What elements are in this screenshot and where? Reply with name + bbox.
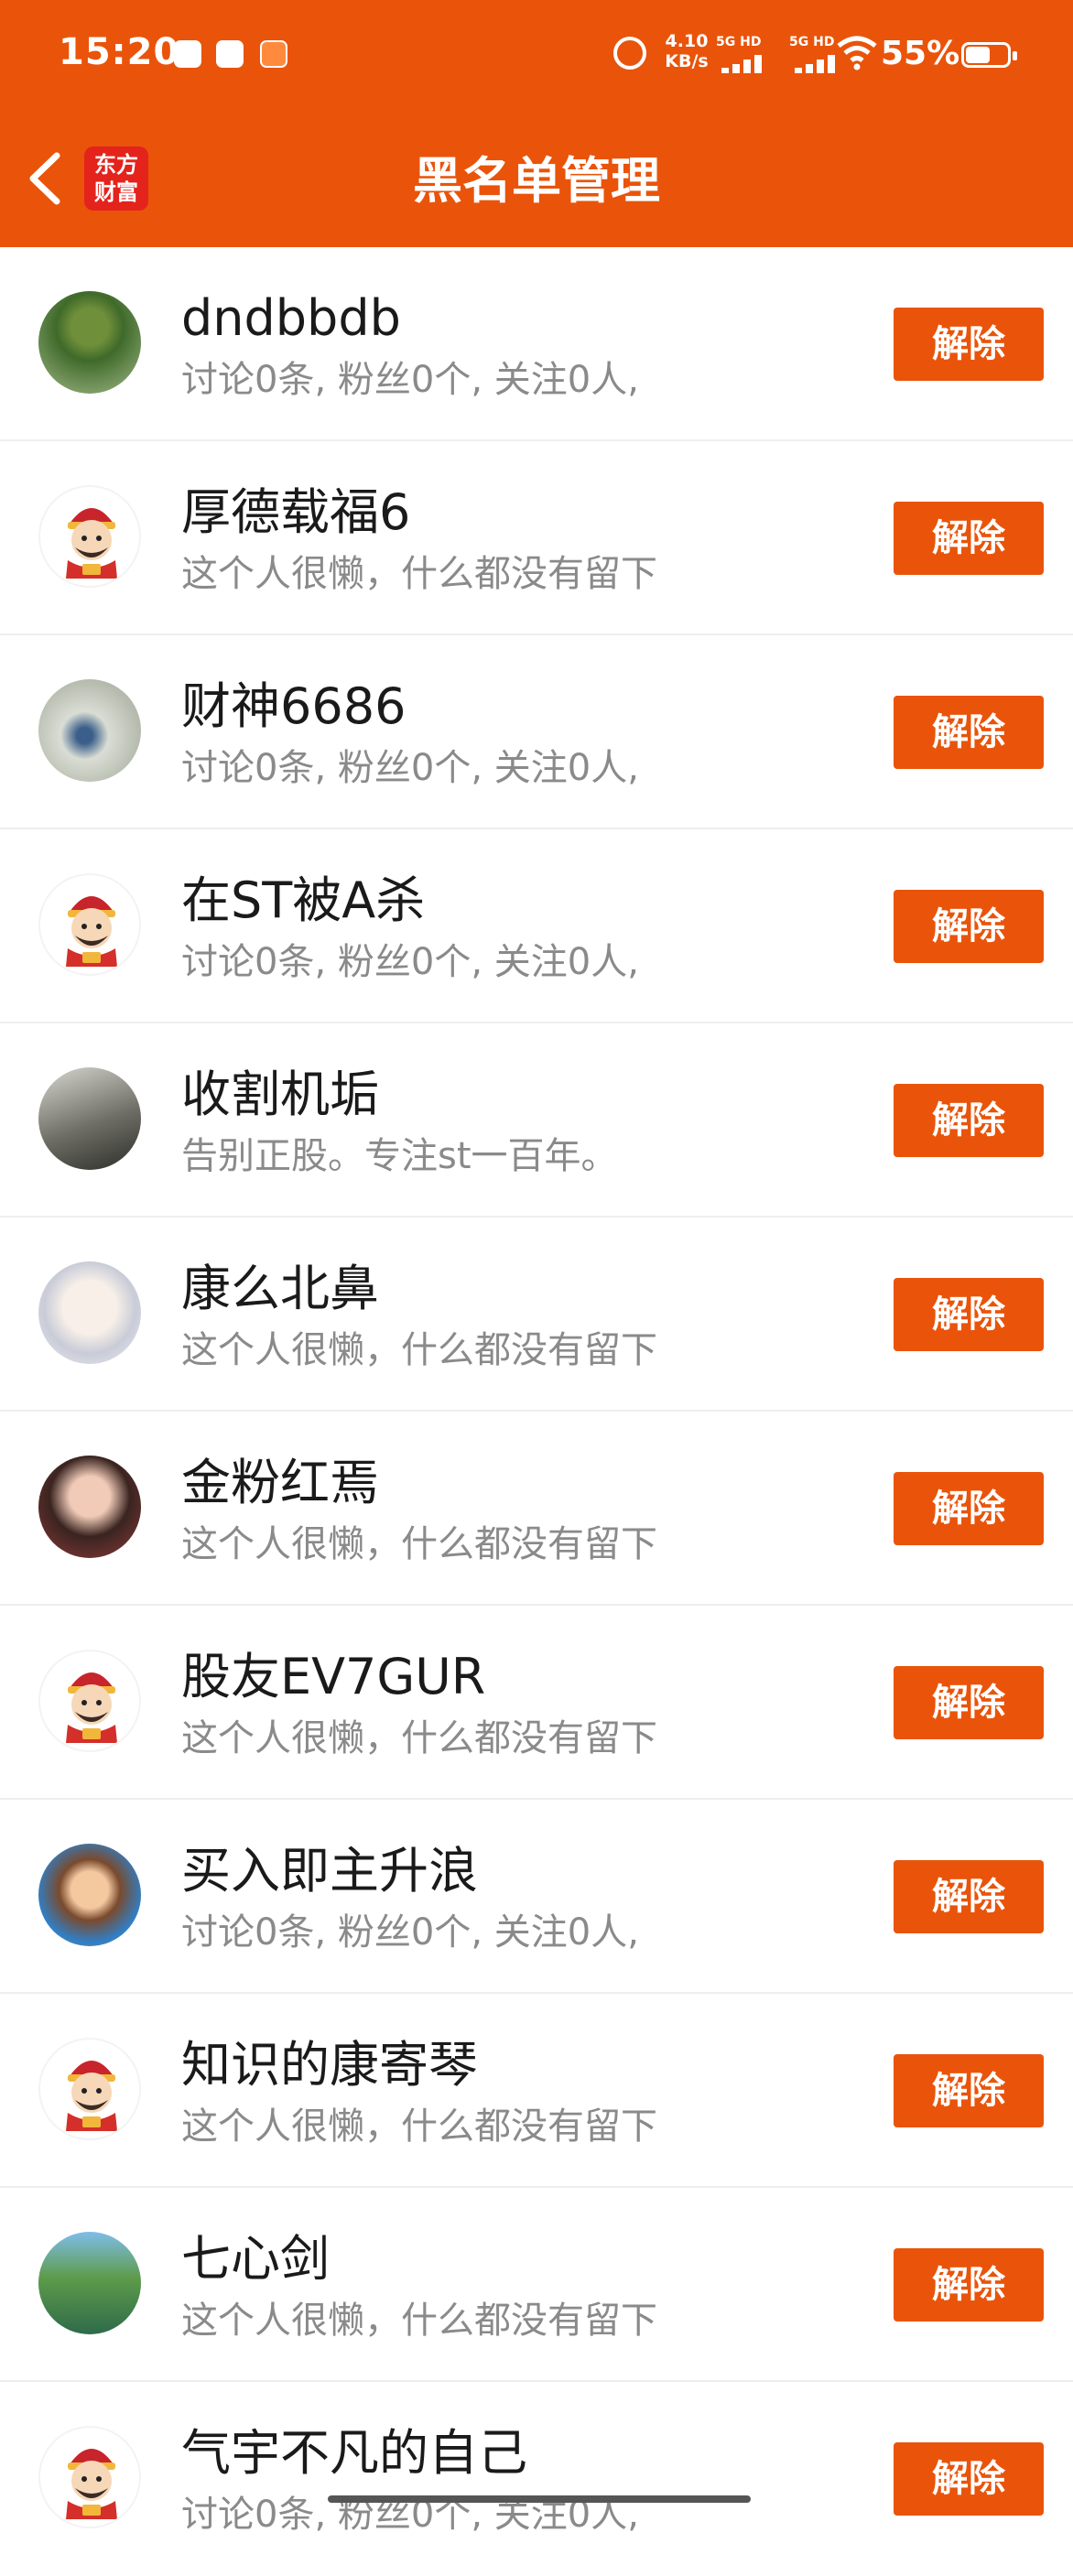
battery-percent: 55% [881, 35, 960, 72]
user-description: 这个人很懒，什么都没有留下 [181, 2105, 657, 2148]
user-name[interactable]: 厚德载福6 [181, 482, 410, 544]
list-item: 在ST被A杀 讨论0条, 粉丝0个, 关注0人, 解除 [0, 829, 1073, 1023]
user-name[interactable]: 股友EV7GUR [181, 1646, 485, 1708]
unblock-button[interactable]: 解除 [894, 1666, 1044, 1739]
list-item: 气宇不凡的自己 讨论0条, 粉丝0个, 关注0人, 解除 [0, 2382, 1073, 2576]
user-name[interactable]: 收割机垢 [181, 1064, 379, 1126]
user-name[interactable]: 买入即主升浪 [181, 1840, 478, 1902]
list-item: 知识的康寄琴 这个人很懒，什么都没有留下 解除 [0, 1994, 1073, 2188]
avatar[interactable] [38, 2232, 141, 2334]
user-name[interactable]: 金粉红焉 [181, 1452, 379, 1514]
unblock-button[interactable]: 解除 [894, 890, 1044, 963]
unblock-button[interactable]: 解除 [894, 502, 1044, 575]
user-description: 讨论0条, 粉丝0个, 关注0人, [181, 359, 639, 401]
status-time: 15:20 [59, 31, 180, 73]
unblock-button[interactable]: 解除 [894, 1084, 1044, 1157]
status-bar: 15:20 4.10 KB/s 5G HD 5G HD 55% [0, 0, 1073, 110]
list-item: 收割机垢 告别正股。专注st一百年。 解除 [0, 1023, 1073, 1218]
wifi-icon [837, 36, 877, 70]
user-description: 这个人很懒，什么都没有留下 [181, 1329, 657, 1371]
avatar[interactable] [38, 2426, 141, 2528]
list-item: 财神6686 讨论0条, 粉丝0个, 关注0人, 解除 [0, 635, 1073, 829]
list-item: 股友EV7GUR 这个人很懒，什么都没有留下 解除 [0, 1606, 1073, 1800]
notification-app-icon [260, 40, 287, 68]
avatar[interactable] [38, 1261, 141, 1364]
user-description: 这个人很懒，什么都没有留下 [181, 553, 657, 595]
avatar[interactable] [38, 2038, 141, 2140]
unblock-button[interactable]: 解除 [894, 1278, 1044, 1351]
list-item: 康么北鼻 这个人很懒，什么都没有留下 解除 [0, 1218, 1073, 1412]
avatar[interactable] [38, 873, 141, 976]
list-item: 厚德载福6 这个人很懒，什么都没有留下 解除 [0, 441, 1073, 635]
unblock-button[interactable]: 解除 [894, 2442, 1044, 2516]
list-item: 金粉红焉 这个人很懒，什么都没有留下 解除 [0, 1412, 1073, 1606]
avatar[interactable] [38, 1844, 141, 1946]
avatar[interactable] [38, 291, 141, 394]
avatar[interactable] [38, 1456, 141, 1558]
user-name[interactable]: dndbbdb [181, 287, 401, 350]
alarm-icon [613, 37, 646, 70]
unblock-button[interactable]: 解除 [894, 2248, 1044, 2322]
user-name[interactable]: 在ST被A杀 [181, 870, 425, 932]
user-description: 告别正股。专注st一百年。 [181, 1135, 618, 1177]
battery-icon [961, 42, 1017, 68]
user-description: 这个人很懒，什么都没有留下 [181, 1717, 657, 1759]
notification-app-icon [174, 40, 201, 68]
signal-icon: 5G HD [716, 35, 767, 73]
signal-icon: 5G HD [789, 35, 840, 73]
page-title: 黑名单管理 [413, 152, 660, 210]
network-speed: 4.10 KB/s [665, 31, 709, 71]
vivo-app-icon [216, 40, 244, 68]
list-item: dndbbdb 讨论0条, 粉丝0个, 关注0人, 解除 [0, 247, 1073, 441]
unblock-button[interactable]: 解除 [894, 2054, 1044, 2127]
user-name[interactable]: 七心剑 [181, 2228, 330, 2290]
list-item: 买入即主升浪 讨论0条, 粉丝0个, 关注0人, 解除 [0, 1800, 1073, 1994]
blacklist: dndbbdb 讨论0条, 粉丝0个, 关注0人, 解除 厚德载福6 这个人很懒… [0, 247, 1073, 2576]
user-name[interactable]: 康么北鼻 [181, 1258, 379, 1320]
list-item: 七心剑 这个人很懒，什么都没有留下 解除 [0, 2188, 1073, 2382]
user-description: 这个人很懒，什么都没有留下 [181, 1523, 657, 1565]
user-name[interactable]: 气宇不凡的自己 [181, 2422, 527, 2484]
user-description: 讨论0条, 粉丝0个, 关注0人, [181, 941, 639, 983]
avatar[interactable] [38, 679, 141, 782]
user-name[interactable]: 财神6686 [181, 676, 406, 738]
home-indicator[interactable] [328, 2495, 751, 2503]
unblock-button[interactable]: 解除 [894, 1472, 1044, 1545]
unblock-button[interactable]: 解除 [894, 1860, 1044, 1933]
avatar[interactable] [38, 485, 141, 588]
avatar[interactable] [38, 1650, 141, 1752]
unblock-button[interactable]: 解除 [894, 696, 1044, 769]
user-description: 讨论0条, 粉丝0个, 关注0人, [181, 747, 639, 789]
user-description: 这个人很懒，什么都没有留下 [181, 2300, 657, 2342]
unblock-button[interactable]: 解除 [894, 308, 1044, 381]
user-description: 讨论0条, 粉丝0个, 关注0人, [181, 1911, 639, 1954]
user-name[interactable]: 知识的康寄琴 [181, 2034, 478, 2096]
avatar[interactable] [38, 1067, 141, 1170]
app-header: 15:20 4.10 KB/s 5G HD 5G HD 55% 东方 财富 黑名… [0, 0, 1073, 247]
